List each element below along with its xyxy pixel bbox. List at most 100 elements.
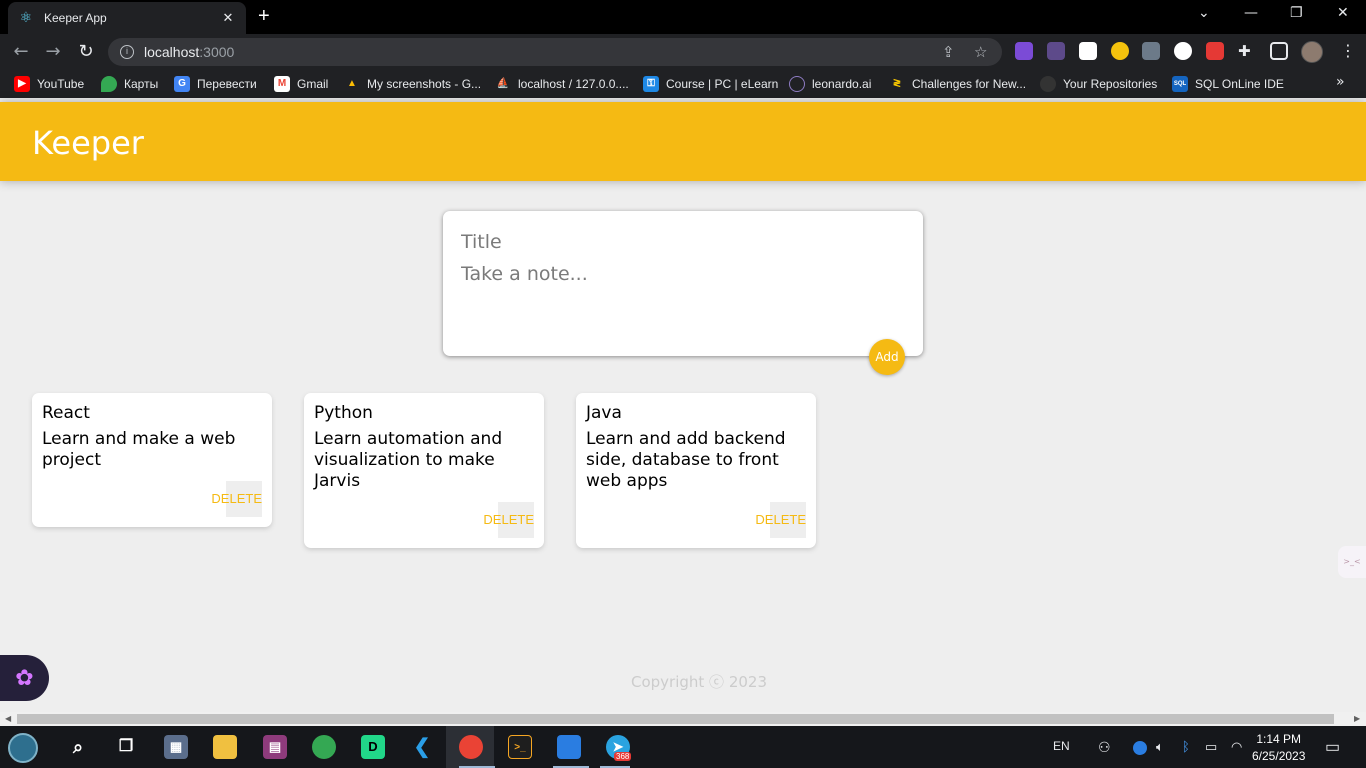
bookmark-label: Карты <box>124 77 159 91</box>
bookmark-label: Course | PC | eLearn <box>666 77 779 91</box>
brain-widget-icon[interactable]: ✿ <box>0 655 49 701</box>
bookmark-label: Your Repositories <box>1063 77 1158 91</box>
minimize-icon[interactable]: — <box>1244 5 1258 21</box>
chrome-profile-icon[interactable] <box>459 735 483 759</box>
maps-icon <box>101 76 117 92</box>
forward-icon[interactable]: → <box>42 41 64 62</box>
bookmark-localhost[interactable]: ⛵ localhost / 127.0.0.... <box>495 76 629 92</box>
system-clock[interactable]: 1:14 PM 6/25/2023 <box>1252 731 1305 765</box>
bookmark-youtube[interactable]: ▶ YouTube <box>14 76 84 92</box>
people-icon[interactable]: ⚇ <box>1098 739 1111 756</box>
bookmark-translate[interactable]: G Перевести <box>174 76 257 92</box>
scrollbar-thumb[interactable] <box>17 714 1334 724</box>
clock-date: 6/25/2023 <box>1252 749 1306 763</box>
note-title: Python <box>314 403 373 423</box>
delete-note-button[interactable]: DELETE <box>483 502 534 538</box>
calculator-icon[interactable]: ▦ <box>164 735 188 759</box>
delete-note-button[interactable]: DELETE <box>755 502 806 538</box>
brain-extension-icon[interactable] <box>1015 42 1033 60</box>
notifications-icon[interactable]: ▭ <box>1325 737 1340 757</box>
note-content-input[interactable] <box>461 263 901 333</box>
note-content: Learn and make a web project <box>42 429 236 470</box>
note-card: Java Learn and add backend side, databas… <box>576 393 816 548</box>
clock-time: 1:14 PM <box>1256 732 1302 746</box>
copyright-footer: Copyright ⓒ 2023 <box>630 673 767 691</box>
note-card: React Learn and make a web project DELET… <box>32 393 272 527</box>
bookmark-repositories[interactable]: Your Repositories <box>1040 76 1157 92</box>
json-extension-icon[interactable] <box>1174 42 1192 60</box>
delete-note-button[interactable]: DELETE <box>211 481 262 517</box>
bookmark-label: My screenshots - G... <box>367 77 482 91</box>
github-icon <box>1040 76 1056 92</box>
task-view-icon[interactable]: ❐ <box>114 735 138 759</box>
bookmark-label: Challenges for New... <box>912 77 1027 91</box>
extension-icon[interactable] <box>1047 42 1065 60</box>
leonardo-icon <box>789 76 805 92</box>
bookmark-sql[interactable]: SQL SQL OnLine IDE <box>1172 76 1284 92</box>
url-host: localhost <box>144 44 200 60</box>
puzzle-icon[interactable]: ✚ <box>1238 42 1256 60</box>
app-header: Keeper <box>0 102 1366 181</box>
b-extension-icon[interactable] <box>1079 42 1097 60</box>
bookmark-gmail[interactable]: M Gmail <box>274 76 328 92</box>
bookmark-leonardo[interactable]: leonardo.ai <box>789 76 871 92</box>
restore-icon[interactable]: ❐ <box>1290 5 1303 21</box>
react-icon: ⚛ <box>19 10 33 26</box>
reload-icon[interactable]: ↻ <box>75 41 97 62</box>
datagrip-icon[interactable]: D <box>361 735 385 759</box>
browser-tab[interactable]: ⚛ Keeper App ✕ <box>8 2 246 34</box>
zoom-tray-icon[interactable] <box>1133 741 1147 755</box>
tab-search-icon[interactable]: ⌄ <box>1198 5 1210 21</box>
window-close-icon[interactable]: ✕ <box>1337 5 1349 21</box>
language-indicator[interactable]: EN <box>1053 739 1070 753</box>
tab-title: Keeper App <box>44 11 107 25</box>
gmail-icon: M <box>274 76 290 92</box>
bookmark-label: localhost / 127.0.0.... <box>518 77 629 91</box>
bookmark-star-icon[interactable]: ☆ <box>974 43 987 61</box>
horizontal-scrollbar[interactable]: ◀ ▶ <box>0 712 1366 726</box>
red-extension-icon[interactable] <box>1206 42 1224 60</box>
bookmarks-overflow-icon[interactable]: » <box>1336 74 1345 90</box>
bookmark-course[interactable]: ⚿ Course | PC | eLearn <box>643 76 778 92</box>
sidebar-toggle-icon[interactable]: >_< <box>1338 546 1366 578</box>
bookmark-challenges[interactable]: ≷ Challenges for New... <box>889 76 1026 92</box>
vscode-icon[interactable]: ❮ <box>410 735 434 759</box>
volume-icon[interactable]: 🔈︎ <box>1156 739 1164 755</box>
more-menu-icon[interactable]: ⋮ <box>1340 41 1356 60</box>
translate-icon: G <box>174 76 190 92</box>
side-panel-icon[interactable] <box>1270 42 1288 60</box>
create-note-form <box>443 211 923 356</box>
terminal-icon[interactable]: >_ <box>508 735 532 759</box>
battery-icon[interactable]: ▭ <box>1205 739 1217 755</box>
challenge-icon: ≷ <box>892 78 902 89</box>
wifi-icon[interactable]: ◠ <box>1231 739 1242 755</box>
shield-extension-icon[interactable] <box>1142 42 1160 60</box>
winrar-icon[interactable]: ▤ <box>263 735 287 759</box>
back-icon[interactable]: ← <box>10 41 32 62</box>
chrome-extension-icon[interactable] <box>1111 42 1129 60</box>
new-tab-icon[interactable]: + <box>258 5 270 28</box>
share-icon[interactable]: ⇪ <box>942 43 955 61</box>
scroll-right-icon[interactable]: ▶ <box>1354 714 1360 723</box>
sql-icon: SQL <box>1172 76 1188 92</box>
bookmark-screenshots[interactable]: ▲ My screenshots - G... <box>344 76 481 92</box>
note-title-input[interactable] <box>461 231 901 253</box>
start-button-icon[interactable] <box>8 733 38 763</box>
bookmark-label: SQL OnLine IDE <box>1195 77 1284 91</box>
chrome-icon[interactable] <box>312 735 336 759</box>
note-title: React <box>42 403 90 423</box>
profile-avatar[interactable] <box>1301 41 1323 63</box>
site-info-icon[interactable]: i <box>120 45 134 59</box>
bluetooth-icon[interactable]: ᛒ <box>1182 739 1190 754</box>
browser-toolbar: ← → ↻ i localhost:3000 ⇪ ☆ ✚ <box>0 34 1366 70</box>
zoom-icon[interactable] <box>557 735 581 759</box>
search-icon[interactable]: ⌕ <box>66 735 90 759</box>
scroll-left-icon[interactable]: ◀ <box>5 714 11 723</box>
telegram-badge: 368 <box>614 752 632 761</box>
url-port: :3000 <box>199 44 235 60</box>
close-tab-icon[interactable]: ✕ <box>220 11 236 26</box>
address-bar[interactable]: i localhost:3000 ⇪ ☆ <box>108 38 1002 66</box>
bookmark-maps[interactable]: Карты <box>101 76 158 92</box>
add-note-button[interactable]: Add <box>869 339 905 375</box>
file-explorer-icon[interactable] <box>213 735 237 759</box>
